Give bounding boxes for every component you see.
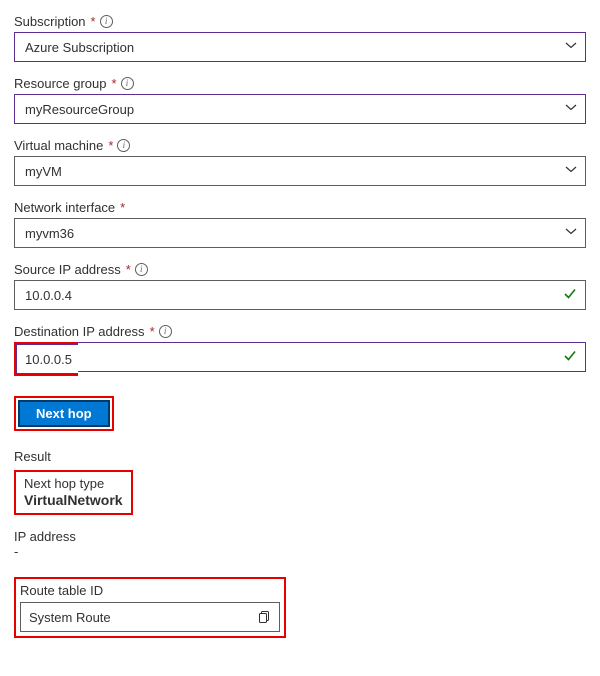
virtual-machine-label: Virtual machine* i (14, 138, 586, 153)
info-icon[interactable]: i (159, 325, 172, 338)
network-interface-select[interactable]: myvm36 (14, 218, 586, 248)
chevron-down-icon (565, 164, 577, 179)
network-interface-label: Network interface* (14, 200, 586, 215)
destination-ip-input[interactable]: 10.0.0.5 (14, 342, 586, 376)
next-hop-button-highlight: Next hop (14, 396, 114, 431)
source-ip-input[interactable]: 10.0.0.4 (14, 280, 586, 310)
chevron-down-icon (565, 226, 577, 241)
route-table-box: Route table ID System Route (14, 577, 286, 638)
chevron-down-icon (565, 40, 577, 55)
ip-address-value: - (14, 544, 586, 559)
route-table-label: Route table ID (20, 583, 280, 598)
info-icon[interactable]: i (117, 139, 130, 152)
info-icon[interactable]: i (121, 77, 134, 90)
next-hop-type-value: VirtualNetwork (24, 492, 123, 508)
info-icon[interactable]: i (135, 263, 148, 276)
resource-group-label: Resource group* i (14, 76, 586, 91)
next-hop-type-box: Next hop type VirtualNetwork (14, 470, 133, 515)
route-table-field: System Route (20, 602, 280, 632)
check-icon (563, 349, 577, 366)
info-icon[interactable]: i (100, 15, 113, 28)
next-hop-type-label: Next hop type (24, 476, 123, 491)
result-heading: Result (14, 449, 586, 464)
subscription-select[interactable]: Azure Subscription (14, 32, 586, 62)
check-icon (563, 287, 577, 304)
ip-address-label: IP address (14, 529, 586, 544)
subscription-label: Subscription* i (14, 14, 586, 29)
destination-ip-label: Destination IP address* i (14, 324, 586, 339)
virtual-machine-select[interactable]: myVM (14, 156, 586, 186)
next-hop-button[interactable]: Next hop (18, 400, 110, 427)
source-ip-label: Source IP address* i (14, 262, 586, 277)
resource-group-select[interactable]: myResourceGroup (14, 94, 586, 124)
route-table-value: System Route (29, 610, 111, 625)
chevron-down-icon (565, 102, 577, 117)
copy-icon[interactable] (257, 610, 271, 624)
